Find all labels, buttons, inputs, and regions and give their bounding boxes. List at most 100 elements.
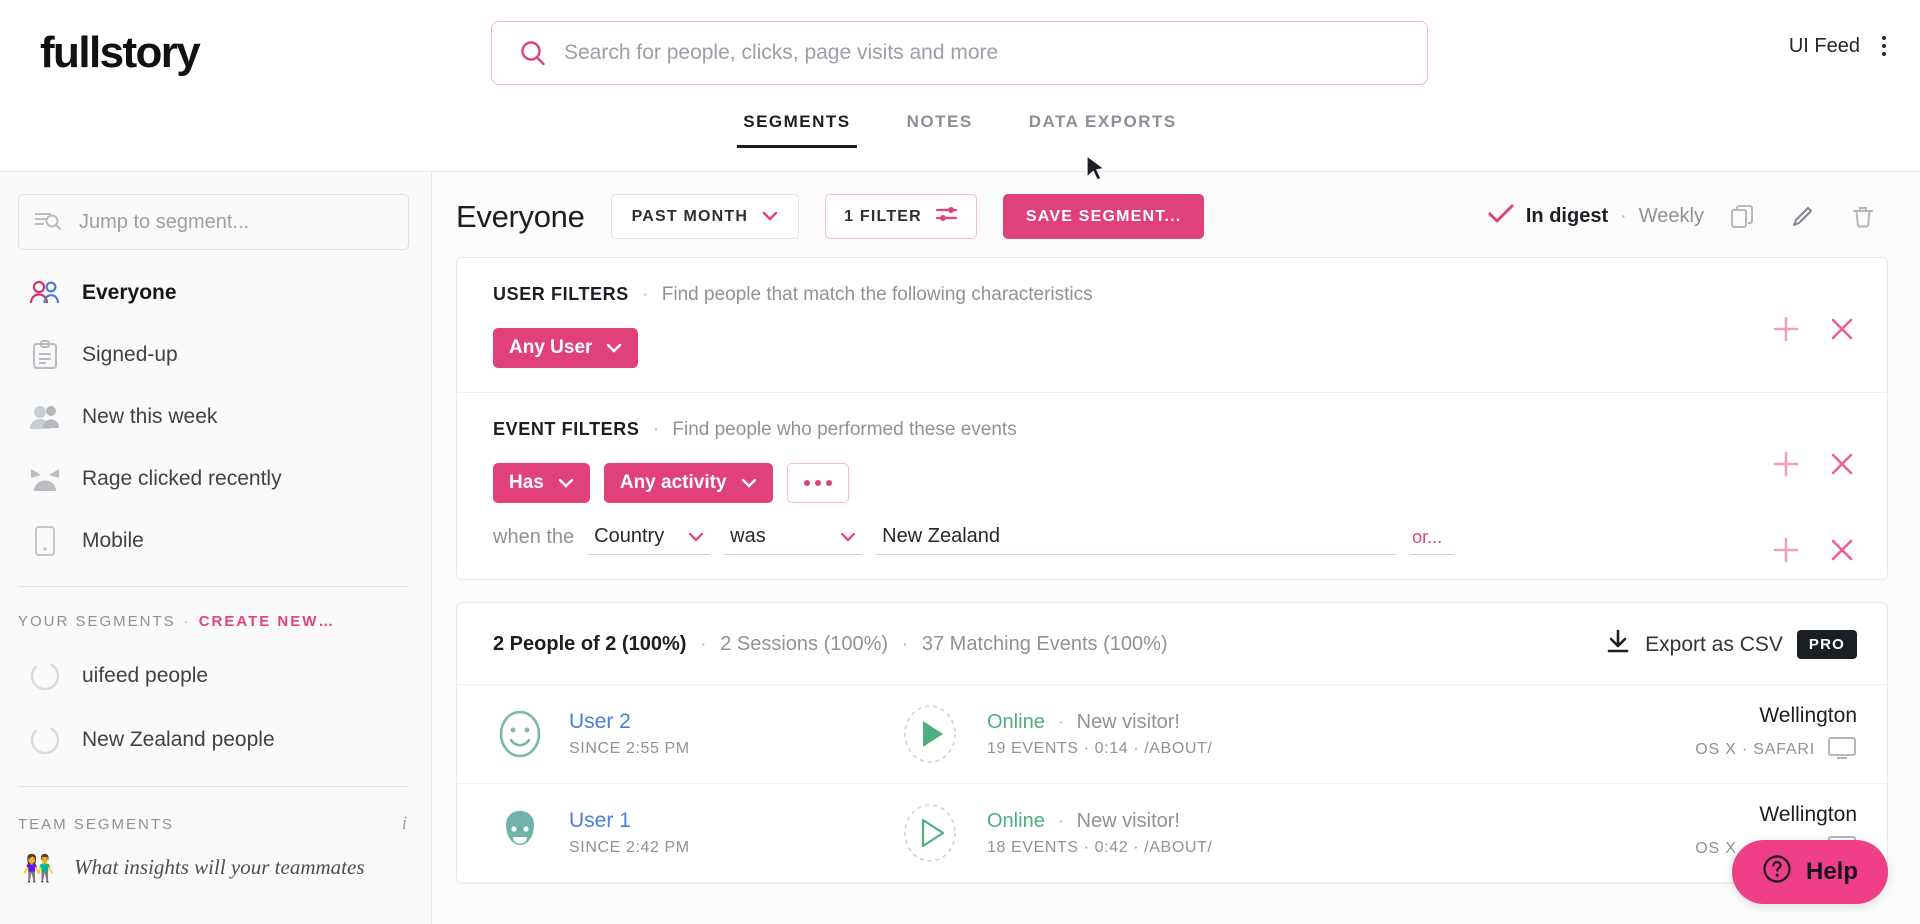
- tab-data-exports[interactable]: DATA EXPORTS: [1001, 112, 1205, 148]
- jump-to-segment-input[interactable]: [79, 210, 394, 234]
- event-condition-row: when the Country was New Zealand or...: [493, 525, 1857, 555]
- export-as-csv-button[interactable]: Export as CSV PRO: [1605, 629, 1857, 660]
- device-label: OS X · SAFARI: [1695, 741, 1815, 758]
- sidebar-item-rage-clicked-recently[interactable]: Rage clicked recently: [0, 448, 431, 510]
- sidebar-item-mobile[interactable]: Mobile: [0, 510, 431, 572]
- avatar: [493, 707, 547, 761]
- team-segments-title: TEAM SEGMENTS: [18, 815, 175, 833]
- or-link[interactable]: or...: [1410, 527, 1455, 555]
- play-session-button[interactable]: [899, 703, 961, 765]
- add-event-filter-icon[interactable]: [1771, 449, 1801, 479]
- date-range-label: PAST MONTH: [631, 207, 749, 225]
- results-separator-1: ·: [699, 633, 707, 655]
- segment-new-zealand-people[interactable]: New Zealand people: [0, 708, 431, 772]
- sidebar-item-label: Mobile: [82, 529, 144, 552]
- jump-to-segment[interactable]: [18, 194, 409, 250]
- tab-notes[interactable]: NOTES: [879, 112, 1001, 148]
- user-filters-description: Find people that match the following cha…: [661, 284, 1093, 305]
- main-tabs: SEGMENTS NOTES DATA EXPORTS: [0, 112, 1920, 148]
- visitor-status: New visitor!: [1076, 809, 1180, 832]
- fullstory-app: fullstory UI Feed SEGMENTS NOTES DATA EX…: [0, 0, 1920, 924]
- sidebar-item-signed-up[interactable]: Signed-up: [0, 324, 431, 386]
- date-range-button[interactable]: PAST MONTH: [610, 194, 800, 239]
- info-icon[interactable]: i: [402, 813, 409, 835]
- search-icon: [518, 38, 548, 68]
- any-user-dropdown[interactable]: Any User: [493, 328, 639, 368]
- sidebar-item-label: Signed-up: [82, 343, 178, 366]
- results-separator-2: ·: [901, 633, 909, 655]
- digest-status[interactable]: In digest · Weekly: [1488, 203, 1704, 231]
- has-label: Has: [509, 472, 544, 493]
- your-segments-header: YOUR SEGMENTS · CREATE NEW…: [0, 587, 431, 644]
- chevron-down-icon: [558, 472, 574, 494]
- team-segments-promo-text: What insights will your teammates: [74, 855, 365, 879]
- segment-label: uifeed people: [82, 664, 209, 687]
- session-meta: Online · New visitor! 19 EVENTS · 0:14 ·…: [987, 711, 1695, 758]
- top-bar: fullstory UI Feed SEGMENTS NOTES DATA EX…: [0, 0, 1920, 172]
- sidebar: Everyone Signed-up: [0, 172, 432, 924]
- remove-user-filter-icon[interactable]: [1827, 314, 1857, 344]
- segment-uifeed-people[interactable]: uifeed people: [0, 644, 431, 708]
- condition-value-input[interactable]: New Zealand: [876, 525, 1397, 555]
- save-segment-button[interactable]: SAVE SEGMENT...: [1002, 194, 1205, 239]
- user-name-link[interactable]: User 1: [569, 809, 899, 833]
- condition-operator-value: was: [730, 525, 766, 547]
- condition-field-dropdown[interactable]: Country: [588, 525, 711, 555]
- sidebar-item-everyone[interactable]: Everyone: [0, 262, 431, 324]
- fullstory-logo[interactable]: fullstory: [40, 28, 201, 78]
- your-segments-separator: ·: [183, 613, 191, 630]
- session-status: Online · New visitor!: [987, 711, 1695, 734]
- user-since: SINCE 2:55 PM: [569, 740, 690, 757]
- check-icon: [1488, 203, 1514, 231]
- tab-segments[interactable]: SEGMENTS: [715, 112, 878, 148]
- team-segments-promo: 👫 What insights will your teammates: [0, 849, 431, 884]
- edit-pencil-icon[interactable]: [1782, 196, 1824, 238]
- add-condition-icon[interactable]: [1771, 535, 1801, 565]
- activity-dropdown[interactable]: Any activity: [603, 463, 773, 503]
- ellipsis-dot-icon: [803, 480, 810, 486]
- user-filters-title: USER FILTERS: [493, 284, 629, 304]
- account-area: UI Feed: [1789, 32, 1890, 60]
- remove-condition-icon[interactable]: [1827, 535, 1857, 565]
- condition-field-value: Country: [594, 525, 665, 547]
- avatar: [493, 806, 547, 860]
- help-button[interactable]: Help: [1731, 840, 1888, 904]
- condition-prefix-label: when the: [493, 526, 575, 548]
- pro-badge: PRO: [1796, 630, 1857, 659]
- segment-label: New Zealand people: [82, 728, 275, 751]
- user-identity: User 1 SINCE 2:42 PM: [569, 809, 899, 857]
- chevron-down-icon: [741, 472, 757, 494]
- sidebar-item-new-this-week[interactable]: New this week: [0, 386, 431, 448]
- event-condition-row-actions: [1771, 535, 1857, 565]
- condition-operator-dropdown[interactable]: was: [724, 525, 863, 555]
- user-since: SINCE 2:42 PM: [569, 839, 690, 856]
- filter-sliders-icon: [935, 205, 958, 228]
- add-user-filter-icon[interactable]: [1771, 314, 1801, 344]
- event-filter-row-actions: [1771, 449, 1857, 479]
- user-identity: User 2 SINCE 2:55 PM: [569, 710, 899, 758]
- mobile-icon: [20, 525, 70, 557]
- people-icon: [20, 278, 70, 308]
- remove-event-filter-icon[interactable]: [1827, 449, 1857, 479]
- overflow-menu-icon[interactable]: [1878, 32, 1890, 60]
- delete-trash-icon[interactable]: [1842, 196, 1884, 238]
- event-filters-block: EVENT FILTERS · Find people who performe…: [457, 392, 1887, 579]
- event-filters-separator: ·: [652, 419, 660, 440]
- table-row[interactable]: User 2 SINCE 2:55 PM Online · New visito…: [457, 685, 1887, 784]
- device-row: OS X · SAFARI: [1695, 736, 1857, 765]
- more-options-button[interactable]: [786, 463, 849, 503]
- user-name-link[interactable]: User 2: [569, 710, 899, 734]
- global-search[interactable]: [491, 21, 1428, 85]
- has-dropdown[interactable]: Has: [493, 463, 590, 503]
- table-row[interactable]: User 1 SINCE 2:42 PM Online · New visito…: [457, 784, 1887, 883]
- create-new-segment-link[interactable]: CREATE NEW…: [199, 613, 336, 630]
- duplicate-icon[interactable]: [1722, 196, 1764, 238]
- account-name[interactable]: UI Feed: [1789, 35, 1860, 58]
- city-label: Wellington: [1759, 703, 1857, 727]
- any-user-label: Any User: [509, 337, 593, 358]
- search-input[interactable]: [564, 33, 1427, 73]
- digest-label: In digest: [1525, 205, 1609, 227]
- event-filters-description: Find people who performed these events: [672, 419, 1017, 440]
- play-session-button[interactable]: [899, 802, 961, 864]
- filter-count-button[interactable]: 1 FILTER: [825, 194, 977, 239]
